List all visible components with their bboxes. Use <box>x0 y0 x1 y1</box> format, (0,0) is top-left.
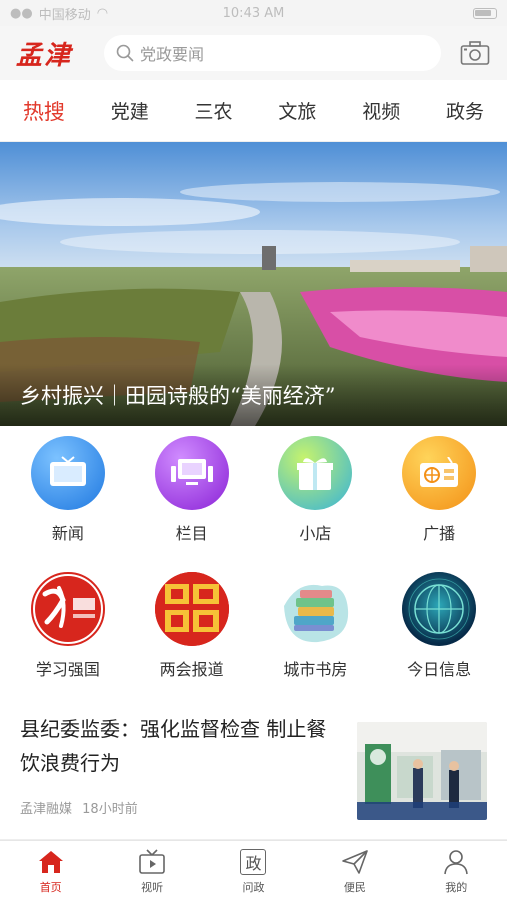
app-logo[interactable]: 孟津 <box>16 35 96 72</box>
top-bar: 孟津 党政要闻 <box>0 26 507 80</box>
tab-culture-tourism[interactable]: 文旅 <box>274 91 320 130</box>
status-time: 10:43 AM <box>222 5 285 21</box>
search-box[interactable]: 党政要闻 <box>104 35 441 71</box>
tab-video[interactable]: 视频 <box>358 91 404 130</box>
grid-label: 今日信息 <box>407 660 472 679</box>
grid-label: 两会报道 <box>159 660 224 679</box>
gift-icon <box>278 436 353 510</box>
nav-video[interactable]: 视听 <box>112 847 192 895</box>
tab-hot[interactable]: 热搜 <box>19 90 69 132</box>
news-title: 县纪委监委：强化监督检查 制止餐饮浪费行为 <box>20 717 327 775</box>
tab-party[interactable]: 党建 <box>107 91 153 130</box>
monitor-icon <box>154 436 229 510</box>
grid-item-city-library[interactable]: 城市书房 <box>260 572 370 680</box>
battery-icon <box>473 7 497 19</box>
globe-icon <box>402 572 477 646</box>
grid-item-two-sessions[interactable]: 两会报道 <box>137 572 247 680</box>
news-meta: 孟津融媒 18小时前 <box>20 798 340 817</box>
grid-item-today-info[interactable]: 今日信息 <box>384 572 494 680</box>
nav-wenzheng[interactable]: 政 问政 <box>213 847 293 895</box>
nav-label: 我的 <box>445 880 468 894</box>
nav-label: 便民 <box>343 880 366 894</box>
books-icon <box>278 572 352 646</box>
grid-item-news[interactable]: 新闻 <box>13 436 123 544</box>
grid-label: 新闻 <box>51 524 84 543</box>
tv-icon <box>30 436 105 510</box>
camera-button[interactable] <box>459 37 491 69</box>
news-source: 孟津融媒 <box>20 802 73 817</box>
feature-grid-row2: 学习强国 两会报道 城市书房 今日信息 <box>0 572 507 680</box>
grid-label: 广播 <box>423 524 456 543</box>
grid-item-xuexi[interactable]: 学习强国 <box>13 572 123 680</box>
status-bar: ●● 中国移动 ◠ 10:43 AM <box>0 0 507 26</box>
grid-label: 栏目 <box>175 524 208 543</box>
hero-caption: 乡村振兴｜田园诗般的“美丽经济” <box>0 364 507 426</box>
hero-banner[interactable]: 乡村振兴｜田园诗般的“美丽经济” <box>0 142 507 426</box>
nav-label: 问政 <box>242 880 265 894</box>
tv-icon <box>137 847 167 877</box>
camera-icon <box>460 41 490 65</box>
news-text: 县纪委监委：强化监督检查 制止餐饮浪费行为 孟津融媒 18小时前 <box>20 712 340 829</box>
tab-agriculture[interactable]: 三农 <box>191 91 237 130</box>
lianghui-logo <box>154 572 229 646</box>
nav-label: 视听 <box>141 880 164 894</box>
grid-item-programs[interactable]: 栏目 <box>137 436 247 544</box>
nav-service[interactable]: 便民 <box>315 847 395 895</box>
user-icon <box>441 847 471 877</box>
nav-label: 首页 <box>39 880 62 894</box>
tab-government[interactable]: 政务 <box>442 91 488 130</box>
nav-profile[interactable]: 我的 <box>416 847 496 895</box>
feature-grid-row1: 新闻 栏目 小店 广播 <box>0 436 507 544</box>
search-placeholder: 党政要闻 <box>140 45 205 64</box>
grid-label: 小店 <box>299 524 332 543</box>
send-icon <box>340 847 370 877</box>
home-icon <box>36 847 66 877</box>
zheng-glyph: 政 <box>240 848 267 875</box>
zheng-icon: 政 <box>238 847 268 877</box>
category-tabs: 热搜 党建 三农 文旅 视频 政务 <box>0 80 507 142</box>
nav-home[interactable]: 首页 <box>11 847 91 895</box>
grid-item-radio[interactable]: 广播 <box>384 436 494 544</box>
news-thumbnail[interactable] <box>357 722 487 820</box>
search-icon <box>116 44 134 62</box>
grid-label: 城市书房 <box>283 660 348 679</box>
bottom-nav: 首页 视听 政 问政 便民 我的 <box>0 840 507 900</box>
grid-label: 学习强国 <box>35 660 100 679</box>
grid-item-shop[interactable]: 小店 <box>260 436 370 544</box>
news-time: 18小时前 <box>82 802 138 817</box>
radio-icon <box>402 436 477 510</box>
news-item[interactable]: 县纪委监委：强化监督检查 制止餐饮浪费行为 孟津融媒 18小时前 <box>0 702 507 840</box>
xuexi-logo <box>30 572 105 646</box>
